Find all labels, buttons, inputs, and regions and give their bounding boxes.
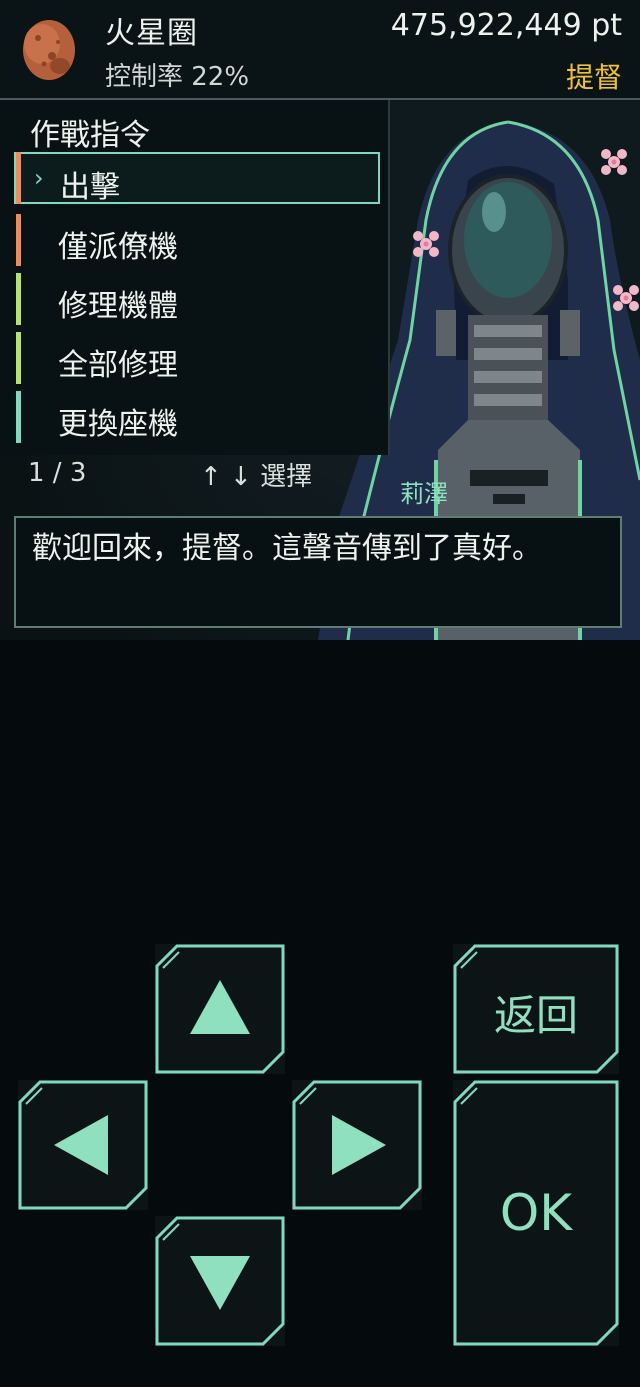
triangle-up-icon: [190, 980, 250, 1034]
menu-item-repair[interactable]: 修理機體: [14, 273, 380, 325]
dialog-text: 歡迎回來，提督。這聲音傳到了真好。: [32, 531, 542, 566]
menu-item-label: 更換座機: [58, 407, 178, 442]
mars-planet-icon: [23, 20, 75, 80]
dpad-up-button[interactable]: [155, 944, 285, 1074]
navigation-hint: ↑ ↓ 選擇: [200, 462, 313, 492]
points-counter: 475,922,449 pt: [390, 8, 622, 43]
back-button-label: 返回: [493, 991, 578, 1040]
dialog-box[interactable]: 歡迎回來，提督。這聲音傳到了真好。: [14, 516, 622, 628]
menu-item-label: 全部修理: [58, 348, 178, 383]
location-name: 火星圈: [105, 16, 198, 51]
page-indicator: 1 / 3: [28, 458, 87, 488]
rank-label: 提督: [565, 61, 622, 94]
menu-item-color-bar: [16, 152, 21, 204]
dpad-left-button[interactable]: [18, 1080, 148, 1210]
menu-item-repair-all[interactable]: 全部修理: [14, 332, 380, 384]
menu-item-color-bar: [16, 214, 21, 266]
menu-item-label: 出擊: [60, 170, 120, 205]
dpad-down-button[interactable]: [155, 1216, 285, 1346]
menu-item-color-bar: [16, 273, 21, 325]
ok-button-label: OK: [499, 1184, 573, 1242]
menu-item-color-bar: [16, 391, 21, 443]
menu-title: 作戰指令: [30, 118, 150, 153]
menu-item-wingmen-only[interactable]: 僅派僚機: [14, 214, 380, 266]
menu-item-color-bar: [16, 332, 21, 384]
menu-item-label: 修理機體: [58, 289, 178, 324]
ok-button[interactable]: OK: [453, 1080, 619, 1346]
menu-item-sortie[interactable]: › 出擊: [14, 152, 380, 205]
back-button[interactable]: 返回: [453, 944, 619, 1074]
chevron-right-icon: ›: [34, 164, 44, 192]
status-bar: 火星圈 控制率 22% 475,922,449 pt 提督: [0, 0, 640, 100]
dpad-right-button[interactable]: [292, 1080, 422, 1210]
speaker-name: 莉澤: [400, 480, 448, 508]
triangle-right-icon: [332, 1115, 386, 1175]
menu-item-label: 僅派僚機: [58, 230, 178, 265]
triangle-down-icon: [190, 1256, 250, 1310]
control-rate: 控制率 22%: [105, 62, 250, 92]
menu-item-change-mech[interactable]: 更換座機: [14, 391, 380, 443]
game-screen: 火星圈 控制率 22% 475,922,449 pt 提督 作戰指令 › 出擊 …: [0, 0, 640, 640]
triangle-left-icon: [54, 1115, 108, 1175]
